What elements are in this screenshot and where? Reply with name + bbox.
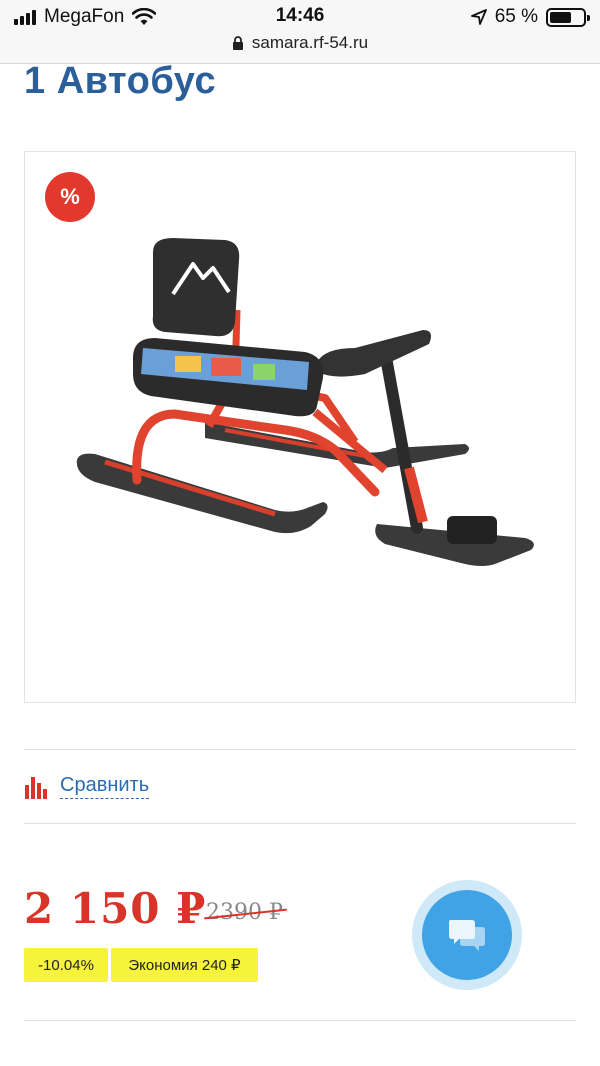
battery-percent: 65 % xyxy=(494,6,538,27)
snow-scooter-image xyxy=(76,238,534,566)
battery-icon xyxy=(546,7,590,27)
address-bar[interactable]: samara.rf-54.ru xyxy=(0,33,600,53)
compare-label: Сравнить xyxy=(60,774,150,799)
bar-chart-icon xyxy=(25,776,47,799)
status-right: 65 % xyxy=(470,6,590,28)
product-image-frame[interactable]: % xyxy=(24,151,576,703)
lock-icon xyxy=(232,35,243,50)
compare-button[interactable]: Сравнить xyxy=(24,774,150,799)
chat-button[interactable] xyxy=(422,890,512,980)
savings-tag: Экономия 240 ₽ xyxy=(111,948,258,982)
battery-fill xyxy=(550,11,571,23)
price-old: 2390 ₽ xyxy=(204,900,287,925)
url-text: samara.rf-54.ru xyxy=(251,33,369,52)
discount-percent-tag: -10.04% xyxy=(24,948,108,982)
divider-bottom xyxy=(24,1020,576,1021)
divider-top xyxy=(24,749,576,750)
location-arrow-icon xyxy=(470,9,487,25)
chat-bubbles-icon xyxy=(449,920,485,951)
status-bar: MegaFon 14:46 65 % samara.rf-54.ru xyxy=(0,0,600,64)
divider-middle xyxy=(24,823,576,824)
discount-badge: % xyxy=(45,172,95,222)
price-current: 2 150 ₽ xyxy=(24,884,207,933)
page-title: 1 Автобус xyxy=(24,60,217,102)
